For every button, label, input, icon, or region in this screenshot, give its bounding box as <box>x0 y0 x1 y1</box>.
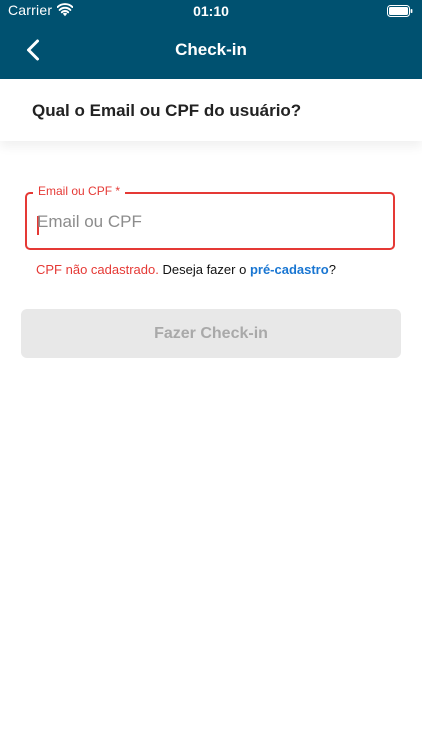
error-message: CPF não cadastrado. Deseja fazer o pré-c… <box>36 262 336 277</box>
question-header: Qual o Email ou CPF do usuário? <box>0 79 422 141</box>
status-time: 01:10 <box>193 3 229 19</box>
field-label: Email ou CPF * <box>33 184 126 198</box>
battery-icon <box>387 5 413 17</box>
email-cpf-field[interactable]: Email ou CPF * <box>25 184 395 250</box>
error-prompt: Deseja fazer o <box>162 262 247 277</box>
error-suffix: ? <box>328 262 336 277</box>
checkin-button[interactable]: Fazer Check-in <box>21 309 401 358</box>
status-bar: Carrier 01:10 <box>0 0 422 21</box>
pre-cadastro-link[interactable]: pré-cadastro <box>250 262 329 277</box>
navigation-bar: Check-in <box>0 21 422 79</box>
question-text: Qual o Email ou CPF do usuário? <box>32 101 302 120</box>
email-cpf-input[interactable] <box>37 208 377 236</box>
error-text: CPF não cadastrado. <box>36 262 159 277</box>
page-title: Check-in <box>175 40 247 59</box>
